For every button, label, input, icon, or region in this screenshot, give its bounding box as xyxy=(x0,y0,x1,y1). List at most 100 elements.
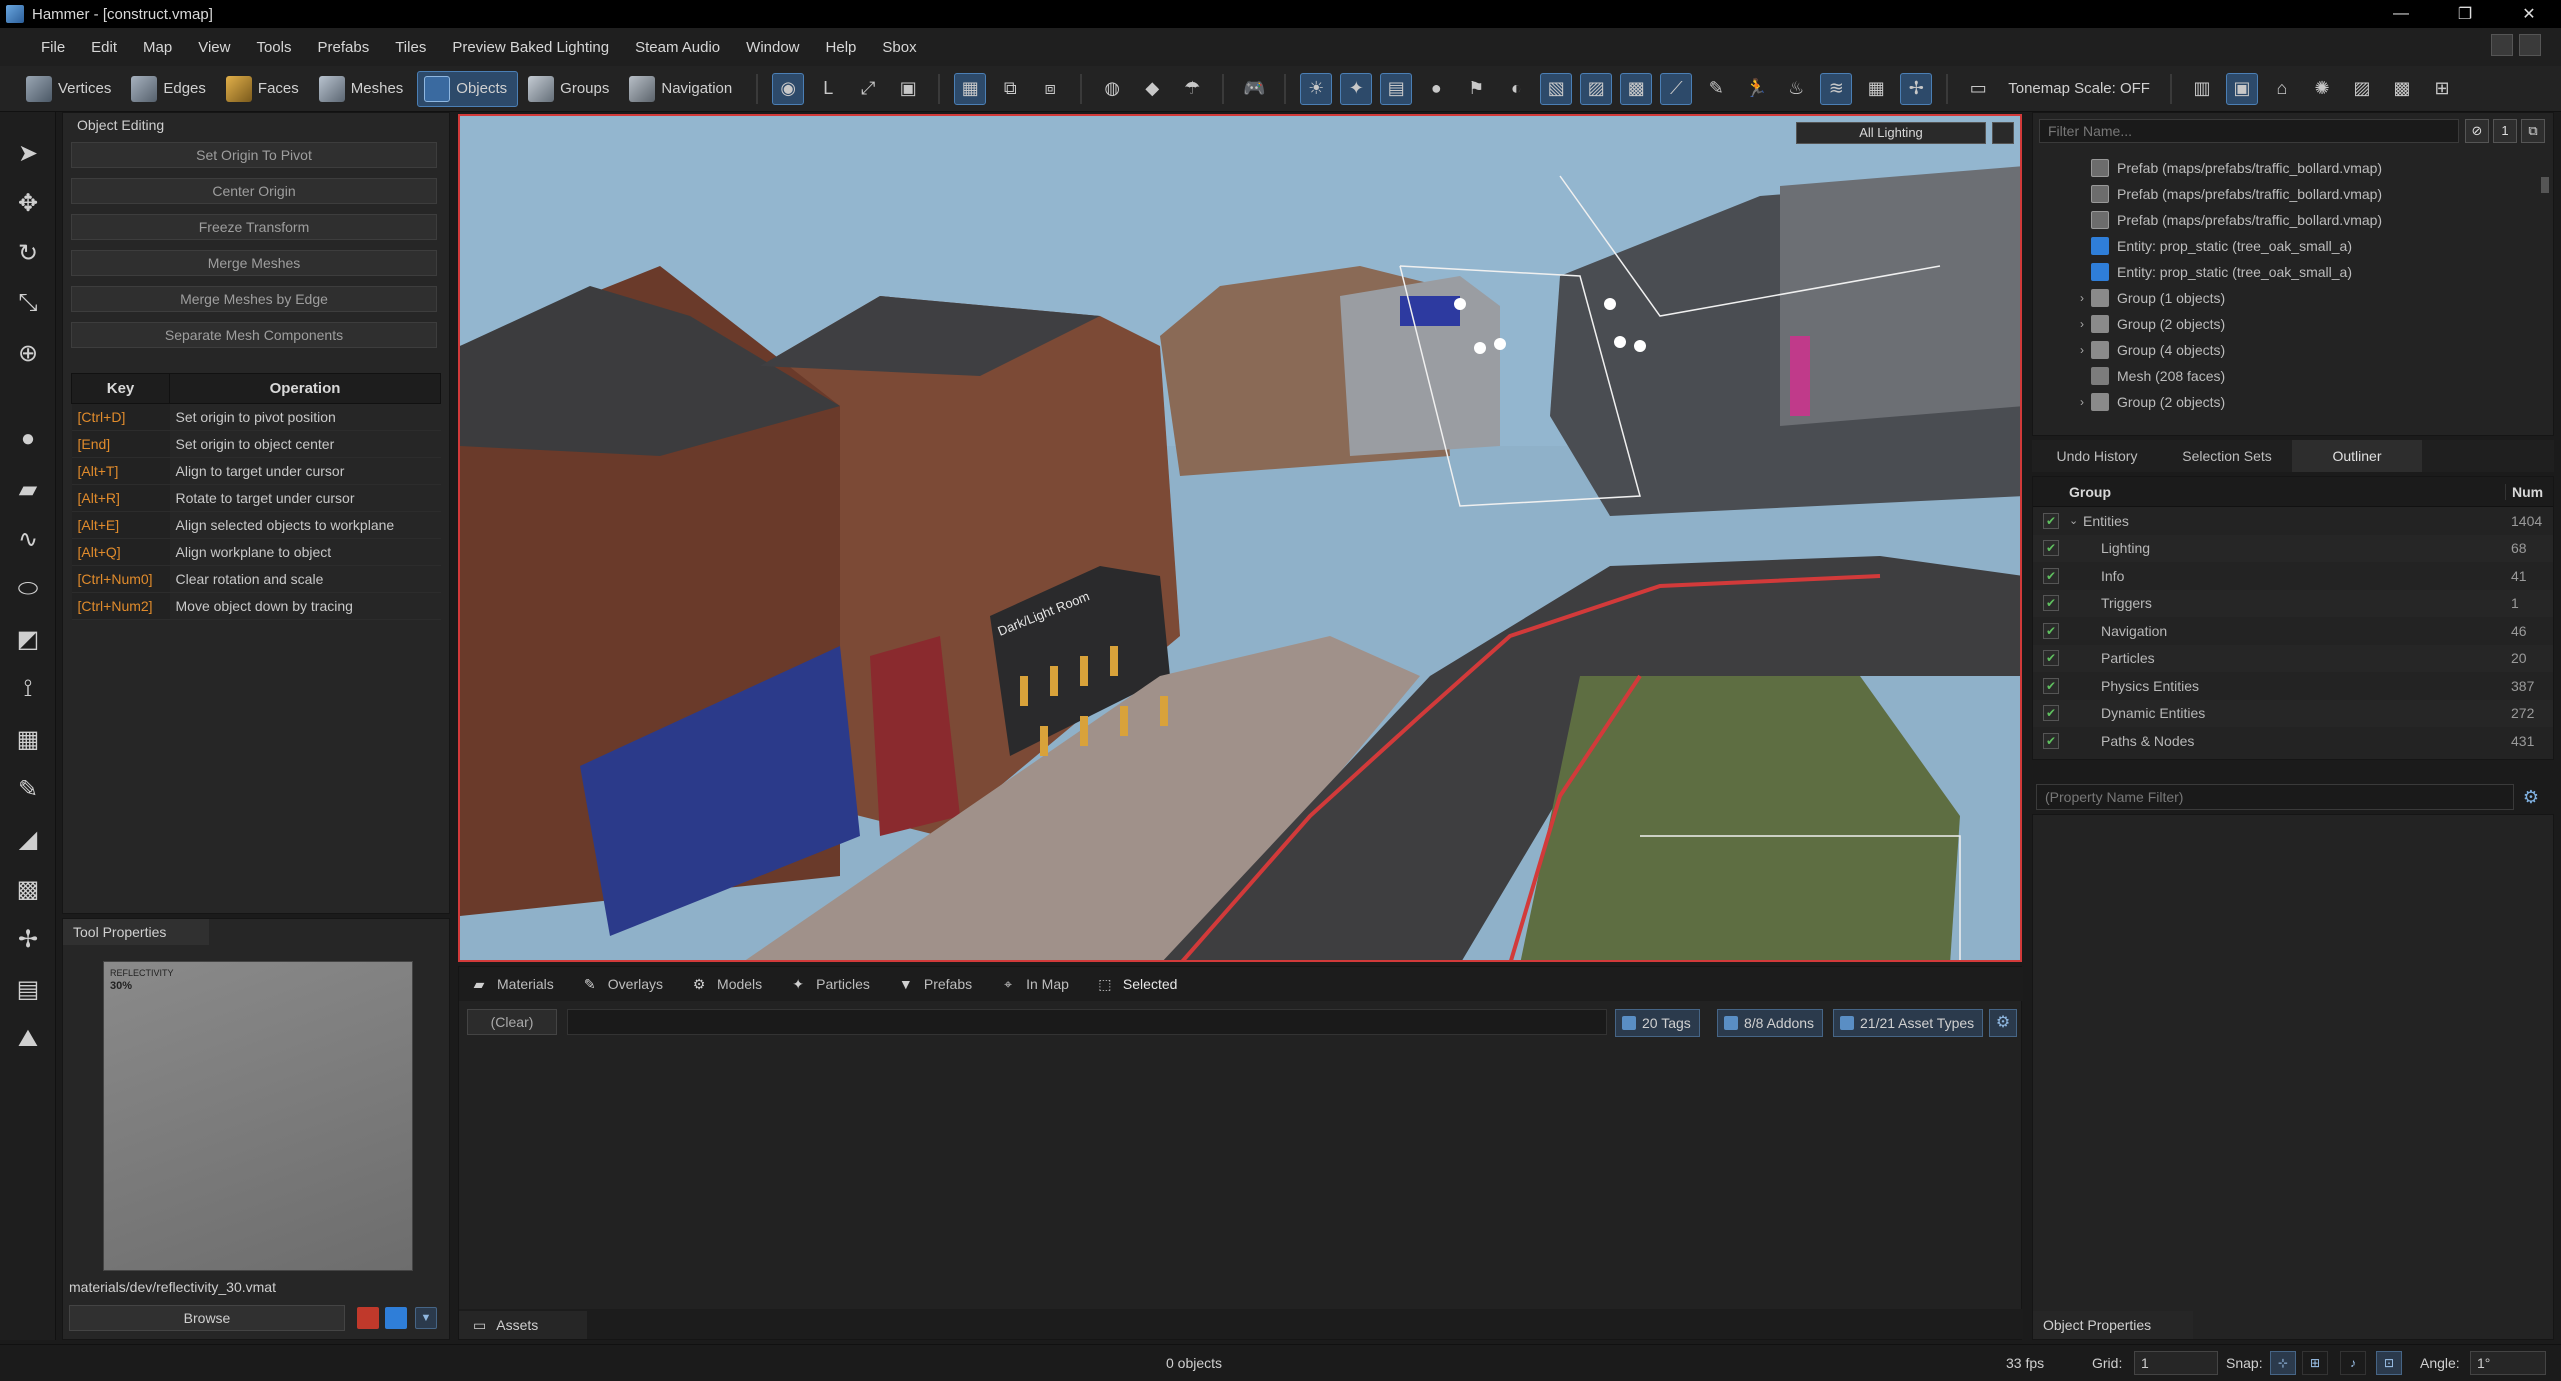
list-item[interactable]: Mesh (208 faces) xyxy=(2033,363,2539,389)
minimize-icon[interactable]: — xyxy=(2369,0,2433,28)
wireframe-icon[interactable]: ▩ xyxy=(1620,72,1653,105)
scale-tool-icon[interactable]: ⤡ xyxy=(11,286,45,320)
center-origin-button[interactable]: Center Origin xyxy=(71,178,437,204)
decal-tool-icon[interactable]: ◢ xyxy=(11,822,45,856)
menu-steam-audio[interactable]: Steam Audio xyxy=(622,28,733,66)
bridge-tool-icon[interactable]: ▤ xyxy=(11,972,45,1006)
tab-in-map[interactable]: ⌖ In Map xyxy=(1000,976,1069,992)
paths-icon[interactable]: ⟋ xyxy=(1660,72,1693,105)
move-tool-icon[interactable]: ✥ xyxy=(11,186,45,220)
tab-selection-sets[interactable]: Selection Sets xyxy=(2162,440,2292,472)
tab-models[interactable]: ⚙ Models xyxy=(691,976,762,992)
one-icon[interactable]: 1 xyxy=(2493,119,2517,143)
bounds-icon[interactable]: ▣ xyxy=(892,73,924,105)
fire-icon[interactable]: ♨ xyxy=(1780,73,1812,105)
skeleton-icon[interactable]: ✦ xyxy=(1340,72,1373,105)
path-tool-icon[interactable]: ∿ xyxy=(11,522,45,556)
menu-edit[interactable]: Edit xyxy=(78,28,130,66)
tab-particles[interactable]: ✦ Particles xyxy=(790,976,870,992)
building-icon[interactable]: ⌂ xyxy=(2266,73,2298,105)
tile-tool-icon[interactable]: ▩ xyxy=(11,872,45,906)
light-node[interactable] xyxy=(1494,338,1506,350)
mode-navigation-button[interactable]: Navigation xyxy=(623,71,742,107)
snap-grid-icon[interactable]: ⊹ xyxy=(2270,1351,2296,1375)
list-item[interactable]: › Group (2 objects) xyxy=(2033,311,2539,337)
list-item[interactable]: Entity: prop_static (tree_oak_small_a) xyxy=(2033,259,2539,285)
camera-icon[interactable]: ◍ xyxy=(1096,73,1128,105)
block-tool-icon[interactable]: ▰ xyxy=(11,472,45,506)
mode-meshes-button[interactable]: Meshes xyxy=(313,71,414,107)
tree-icon[interactable]: ✢ xyxy=(1900,72,1933,105)
group-select-icon[interactable]: ⧉ xyxy=(994,73,1026,105)
outliner-row-physics-entities[interactable]: ✔ Physics Entities 387 xyxy=(2033,672,2553,700)
chevron-right-icon[interactable]: › xyxy=(2073,343,2091,357)
tonemap-scale[interactable]: Tonemap Scale: OFF xyxy=(2008,80,2150,97)
pick-material-icon[interactable] xyxy=(385,1307,407,1329)
outliner-row-entities[interactable]: ✔ ⌄ Entities 1404 xyxy=(2033,507,2553,535)
bulb-icon[interactable]: ● xyxy=(1420,73,1452,105)
merge-meshes-by-edge-button[interactable]: Merge Meshes by Edge xyxy=(71,286,437,312)
cube-icon[interactable]: ◆ xyxy=(1136,73,1168,105)
light-node[interactable] xyxy=(1454,298,1466,310)
3d-viewport[interactable]: Dark/Light Room All Lighting xyxy=(458,114,2022,962)
tab-tool-properties[interactable]: Tool Properties xyxy=(63,919,209,945)
property-name-filter-input[interactable]: (Property Name Filter) xyxy=(2036,784,2514,810)
local-transform-icon[interactable]: L xyxy=(812,73,844,105)
snap-surface-icon[interactable]: ⊡ xyxy=(2376,1351,2402,1375)
scrollbar[interactable] xyxy=(2541,177,2549,193)
angle-select[interactable]: 1° xyxy=(2470,1351,2546,1375)
tags-button[interactable]: 20 Tags xyxy=(1615,1009,1700,1037)
filter-name-input[interactable]: Filter Name... xyxy=(2039,119,2459,143)
tab-object-properties[interactable]: Object Properties xyxy=(2033,1311,2193,1339)
tab-undo-history[interactable]: Undo History xyxy=(2032,440,2162,472)
layout-icon[interactable] xyxy=(2519,34,2541,56)
selection-mode-icon[interactable]: ▦ xyxy=(954,72,987,105)
visibility-checkbox[interactable]: ✔ xyxy=(2043,622,2059,639)
entity-tool-icon[interactable]: ● xyxy=(11,422,45,456)
dropdown-icon[interactable]: ▼ xyxy=(415,1307,437,1329)
mode-vertices-button[interactable]: Vertices xyxy=(20,71,121,107)
tab-overlays[interactable]: ✎ Overlays xyxy=(582,976,663,992)
list-item[interactable]: › Group (2 objects) xyxy=(2033,389,2539,415)
lighting-mode-dropdown[interactable]: All Lighting xyxy=(1796,122,1986,144)
tab-selected[interactable]: ⬚ Selected xyxy=(1097,976,1177,992)
list-item[interactable]: › Group (1 objects) xyxy=(2033,285,2539,311)
menu-prefabs[interactable]: Prefabs xyxy=(305,28,383,66)
group-column-header[interactable]: Group xyxy=(2069,484,2505,500)
clear-filter-icon[interactable]: ⊘ xyxy=(2465,119,2489,143)
menu-tools[interactable]: Tools xyxy=(243,28,304,66)
viewport-layout-icon[interactable] xyxy=(1992,122,2014,144)
separate-mesh-components-button[interactable]: Separate Mesh Components xyxy=(71,322,437,348)
merge-meshes-button[interactable]: Merge Meshes xyxy=(71,250,437,276)
light-node[interactable] xyxy=(1604,298,1616,310)
visibility-checkbox[interactable]: ✔ xyxy=(2043,677,2059,694)
chevron-down-icon[interactable]: ⌄ xyxy=(2069,514,2083,527)
menu-help[interactable]: Help xyxy=(813,28,870,66)
tab-prefabs[interactable]: ▼ Prefabs xyxy=(898,976,972,992)
grid-size-select[interactable]: 1 xyxy=(2134,1351,2218,1375)
select-icon[interactable]: ◉ xyxy=(772,72,805,105)
tab-materials[interactable]: ▰ Materials xyxy=(471,976,554,992)
ignore-groups-icon[interactable]: ⧈ xyxy=(1034,73,1066,105)
chevron-right-icon[interactable]: › xyxy=(2073,317,2091,331)
list-item[interactable]: Entity: prop_static (tree_oak_small_a) xyxy=(2033,233,2539,259)
chevron-right-icon[interactable]: › xyxy=(2073,291,2091,305)
mode-objects-button[interactable]: Objects xyxy=(417,70,519,107)
light-icon[interactable]: ✺ xyxy=(2306,73,2338,105)
layout-icon[interactable]: ▥ xyxy=(2186,73,2218,105)
clip-tool-icon[interactable]: ◩ xyxy=(11,622,45,656)
clear-material-icon[interactable] xyxy=(357,1307,379,1329)
paint-tool-icon[interactable]: ✎ xyxy=(11,772,45,806)
menu-tiles[interactable]: Tiles xyxy=(382,28,439,66)
visibility-checkbox[interactable]: ✔ xyxy=(2043,567,2059,584)
light-node[interactable] xyxy=(1474,342,1486,354)
vertex-paint-icon[interactable]: ⟟ xyxy=(11,672,45,706)
texture-tool-icon[interactable]: ▦ xyxy=(11,722,45,756)
visibility-checkbox[interactable]: ✔ xyxy=(2043,650,2059,667)
light-node[interactable] xyxy=(1634,340,1646,352)
mode-groups-button[interactable]: Groups xyxy=(522,71,619,107)
hatch-icon[interactable]: ▩ xyxy=(2386,73,2418,105)
asset-search-input[interactable] xyxy=(567,1009,1607,1035)
outliner-row-navigation[interactable]: ✔ Navigation 46 xyxy=(2033,617,2553,645)
chevron-right-icon[interactable]: › xyxy=(2073,395,2091,409)
